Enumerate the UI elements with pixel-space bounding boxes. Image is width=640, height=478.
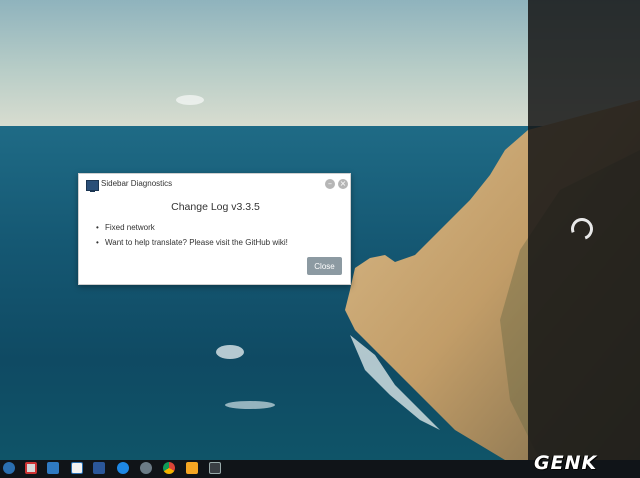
word-icon[interactable] <box>93 462 105 474</box>
changelog-list: • Fixed network • Want to help translate? … <box>96 220 288 250</box>
close-window-button[interactable]: × <box>338 179 348 189</box>
changelog-heading: Change Log v3.3.5 <box>171 201 260 213</box>
browser-icon[interactable] <box>117 462 129 474</box>
app-icon[interactable] <box>140 462 152 474</box>
chrome-icon[interactable] <box>163 462 175 474</box>
changelog-dialog: Sidebar Diagnostics – × Change Log v3.3.… <box>78 173 351 285</box>
settings-icon[interactable] <box>3 462 15 474</box>
network-icon[interactable] <box>47 462 59 474</box>
minimize-button[interactable]: – <box>325 179 335 189</box>
close-button[interactable]: Close <box>307 257 342 275</box>
media-player-icon[interactable] <box>186 462 198 474</box>
monitor-icon <box>86 180 99 192</box>
mail-icon[interactable] <box>25 462 37 474</box>
watermark-logo: GENK <box>534 452 598 474</box>
list-item: • Want to help translate? Please visit th… <box>96 238 288 247</box>
outlook-icon[interactable] <box>71 462 83 474</box>
window-icon[interactable] <box>209 462 221 474</box>
list-item: • Fixed network <box>96 223 155 232</box>
dialog-app-title: Sidebar Diagnostics <box>101 179 173 188</box>
